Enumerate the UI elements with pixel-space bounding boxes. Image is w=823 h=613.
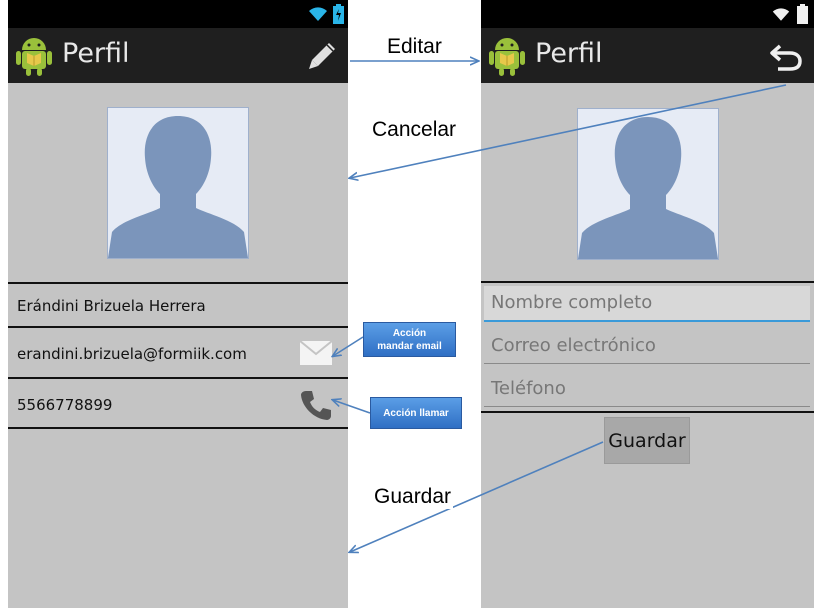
profile-phone: 5566778899 xyxy=(17,396,113,414)
battery-icon xyxy=(333,4,344,24)
avatar xyxy=(107,107,249,259)
status-bar xyxy=(8,0,348,28)
profile-edit-screen: Perfil Nombre completo Correo electrónic… xyxy=(481,0,814,608)
edit-annotation: Editar xyxy=(387,35,442,58)
email-action-callout: Acción mandar email xyxy=(363,322,456,357)
phone-icon[interactable] xyxy=(300,389,332,421)
email-row[interactable]: erandini.brizuela@formiik.com xyxy=(8,326,348,378)
name-row: Erándini Brizuela Herrera xyxy=(8,282,348,328)
call-action-callout: Acción llamar xyxy=(370,397,462,429)
page-title: Perfil xyxy=(62,38,130,69)
mail-icon[interactable] xyxy=(300,341,332,365)
save-annotation: Guardar xyxy=(372,485,454,509)
avatar xyxy=(577,108,719,260)
phone-field[interactable]: Teléfono xyxy=(484,372,810,407)
battery-icon xyxy=(797,4,808,24)
email-action-line1: Acción xyxy=(392,327,427,339)
android-icon xyxy=(489,38,525,76)
profile-name: Erándini Brizuela Herrera xyxy=(17,297,206,315)
phone-row[interactable]: 5566778899 xyxy=(8,377,348,429)
pencil-icon[interactable] xyxy=(307,41,337,71)
status-bar xyxy=(481,0,814,28)
form-divider-bottom xyxy=(481,411,814,413)
page-title: Perfil xyxy=(535,38,603,69)
email-field[interactable]: Correo electrónico xyxy=(484,329,810,364)
profile-view-screen: Perfil Erándini Brizuela Herrera erandin… xyxy=(8,0,348,608)
android-icon xyxy=(16,38,52,76)
avatar-silhouette xyxy=(108,116,248,258)
full-name-field[interactable]: Nombre completo xyxy=(484,286,810,322)
action-bar: Perfil xyxy=(8,28,348,83)
list-divider xyxy=(8,427,348,429)
avatar-silhouette xyxy=(578,117,718,259)
wifi-icon xyxy=(772,8,790,21)
full-name-placeholder: Nombre completo xyxy=(491,292,653,313)
action-bar: Perfil xyxy=(481,28,814,83)
undo-icon[interactable] xyxy=(770,44,802,72)
save-button[interactable]: Guardar xyxy=(604,417,690,464)
wifi-icon xyxy=(309,7,327,21)
profile-email: erandini.brizuela@formiik.com xyxy=(17,345,247,363)
form-divider-top xyxy=(481,281,814,283)
phone-placeholder: Teléfono xyxy=(491,378,566,399)
email-action-line2: mandar email xyxy=(377,340,442,352)
cancel-annotation: Cancelar xyxy=(372,118,457,141)
email-placeholder: Correo electrónico xyxy=(491,335,656,356)
